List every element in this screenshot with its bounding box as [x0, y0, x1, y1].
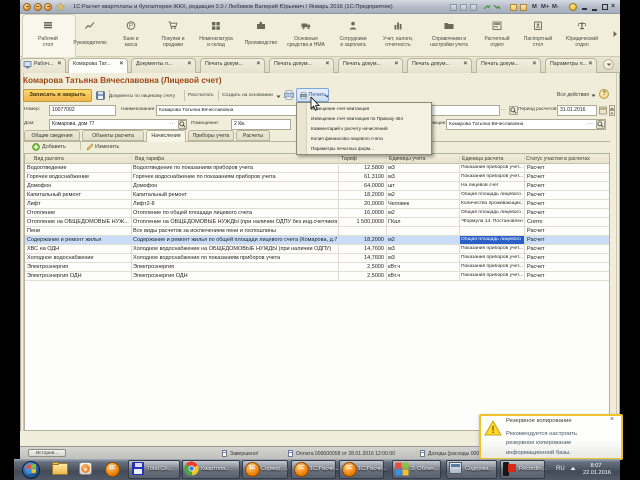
svg-text:!: !: [491, 425, 494, 436]
svg-text:P: P: [129, 24, 133, 30]
